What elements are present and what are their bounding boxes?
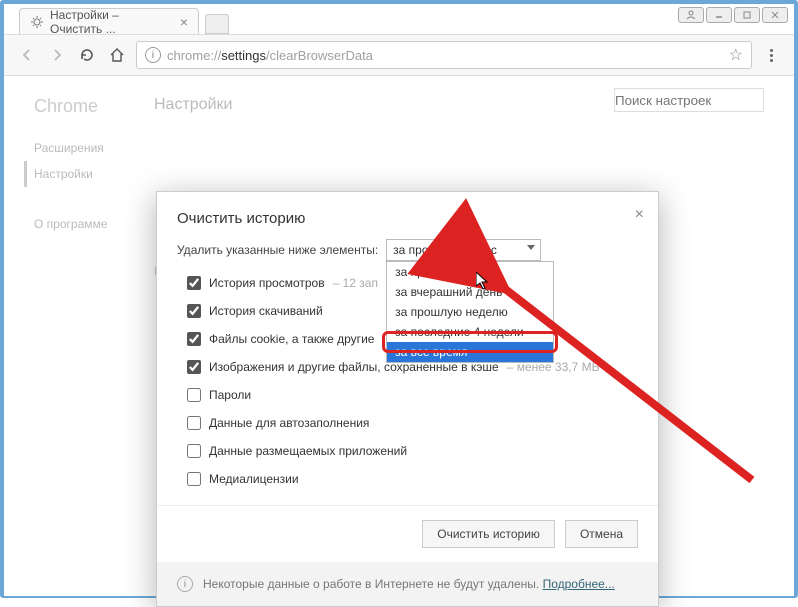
checkbox-row[interactable]: Данные размещаемых приложений: [177, 437, 638, 465]
checkbox-label: Файлы cookie, а также другие: [209, 332, 374, 346]
select-value: за прошедший час: [393, 243, 497, 257]
bookmark-star-icon[interactable]: ☆: [729, 45, 743, 65]
dialog-header: Очистить историю ×: [157, 192, 658, 235]
maximize-button[interactable]: [734, 7, 760, 23]
page-content: Chrome Расширения Настройки О программе …: [4, 76, 794, 596]
option-hour[interactable]: за прошедший час: [387, 262, 553, 282]
home-button[interactable]: [106, 44, 128, 66]
close-window-button[interactable]: [762, 7, 788, 23]
url-text: chrome://settings/clearBrowserData: [167, 48, 373, 63]
dialog-footer: Очистить историю Отмена: [157, 505, 658, 562]
gear-icon: [30, 15, 44, 29]
time-range-select[interactable]: за прошедший час: [386, 239, 541, 261]
browser-window: Настройки – Очистить ... × i chrome://se…: [0, 0, 798, 598]
dialog-info-bar: i Некоторые данные о работе в Интернете …: [157, 562, 658, 606]
address-bar[interactable]: i chrome://settings/clearBrowserData ☆: [136, 41, 752, 69]
checkbox[interactable]: [187, 416, 201, 430]
checkbox-label: Данные размещаемых приложений: [209, 444, 407, 458]
option-all-time[interactable]: за все время: [387, 342, 553, 362]
tab-close-icon[interactable]: ×: [180, 14, 188, 30]
info-text: Некоторые данные о работе в Интернете не…: [203, 577, 615, 591]
option-week[interactable]: за прошлую неделю: [387, 302, 553, 322]
new-tab-button[interactable]: [205, 14, 229, 34]
checkbox-row[interactable]: Медиалицензии: [177, 465, 638, 493]
checkbox[interactable]: [187, 360, 201, 374]
reload-button[interactable]: [76, 44, 98, 66]
time-range-row: Удалить указанные ниже элементы: за прош…: [177, 239, 638, 261]
checkbox-label: История скачиваний: [209, 304, 323, 318]
checkbox[interactable]: [187, 388, 201, 402]
checkbox-label: Медиалицензии: [209, 472, 299, 486]
cancel-button[interactable]: Отмена: [565, 520, 638, 548]
checkbox[interactable]: [187, 444, 201, 458]
time-range-dropdown: за прошедший час за вчерашний день за пр…: [386, 261, 554, 363]
checkbox-label: История просмотров: [209, 276, 325, 290]
tab-title: Настройки – Очистить ...: [50, 8, 174, 36]
checkbox-label: Данные для автозаполнения: [209, 416, 369, 430]
time-range-label: Удалить указанные ниже элементы:: [177, 243, 378, 257]
toolbar: i chrome://settings/clearBrowserData ☆: [4, 34, 794, 76]
dialog-title: Очистить историю: [177, 210, 305, 227]
tab-bar: Настройки – Очистить ... ×: [4, 4, 794, 34]
checkbox-row[interactable]: Данные для автозаполнения: [177, 409, 638, 437]
info-link[interactable]: Подробнее...: [543, 577, 615, 591]
minimize-button[interactable]: [706, 7, 732, 23]
site-info-icon[interactable]: i: [145, 47, 161, 63]
clear-button[interactable]: Очистить историю: [422, 520, 555, 548]
dialog-body: Удалить указанные ниже элементы: за прош…: [157, 235, 658, 505]
checkbox-label: Пароли: [209, 388, 251, 402]
user-icon[interactable]: [678, 7, 704, 23]
info-icon: i: [177, 576, 193, 592]
checkbox-hint: – 12 зап: [333, 276, 378, 290]
tab-settings[interactable]: Настройки – Очистить ... ×: [19, 8, 199, 34]
clear-history-dialog: Очистить историю × Удалить указанные ниж…: [156, 191, 659, 607]
option-4weeks[interactable]: за последние 4 недели: [387, 322, 553, 342]
chevron-down-icon: [527, 245, 535, 250]
window-controls: [678, 4, 794, 24]
checkbox[interactable]: [187, 304, 201, 318]
checkbox[interactable]: [187, 276, 201, 290]
option-day[interactable]: за вчерашний день: [387, 282, 553, 302]
back-button[interactable]: [16, 44, 38, 66]
checkbox-row[interactable]: Пароли: [177, 381, 638, 409]
forward-button[interactable]: [46, 44, 68, 66]
dialog-close-button[interactable]: ×: [635, 206, 644, 224]
checkbox[interactable]: [187, 332, 201, 346]
menu-button[interactable]: [760, 49, 782, 62]
checkbox[interactable]: [187, 472, 201, 486]
